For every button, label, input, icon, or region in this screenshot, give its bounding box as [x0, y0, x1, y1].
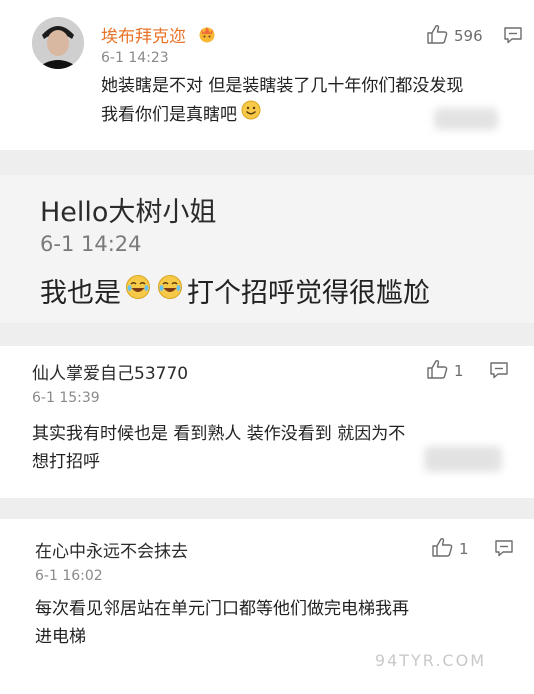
reply-icon[interactable]: [503, 26, 523, 48]
username[interactable]: Hello大树小姐: [40, 190, 216, 229]
like-count: 1: [459, 540, 469, 558]
comment-text: 我也是: [40, 278, 121, 309]
username[interactable]: 仙人掌爱自己53770: [32, 359, 188, 384]
crown-badge-icon: [197, 25, 217, 47]
comment-card: 仙人掌爱自己53770 6-1 15:39 其实我有时候也是 看到熟人 装作没看…: [0, 346, 534, 498]
timestamp: 6-1 15:39: [32, 390, 100, 406]
comment-text-line: 其实我有时候也是 看到熟人 装作没看到 就因为不: [32, 424, 406, 444]
comment-text-line: 每次看见邻居站在单元门口都等他们做完电梯我再: [35, 599, 409, 619]
reply-icon[interactable]: [489, 361, 509, 383]
laugh-cry-emoji-icon: [157, 274, 183, 307]
timestamp: 6-1 14:24: [40, 232, 142, 256]
timestamp: 6-1 14:23: [101, 50, 169, 66]
thumbs-up-icon: [426, 359, 448, 383]
smile-emoji-icon: [241, 100, 261, 129]
like-count: 596: [454, 27, 483, 45]
comment-text: 打个招呼觉得很尴尬: [187, 278, 430, 309]
laugh-cry-emoji-icon: [125, 274, 151, 307]
comment-body: 她装瞎是不对 但是装瞎装了几十年你们都没发现 我看你们是真瞎吧: [101, 72, 463, 129]
username[interactable]: 在心中永远不会抹去: [35, 537, 188, 562]
like-button[interactable]: 1: [431, 537, 469, 561]
reply-icon[interactable]: [494, 539, 514, 561]
comment-card: 埃布拜克迩 6-1 14:23 她装瞎是不对 但是装瞎装了几十年你们都没发现 我…: [0, 0, 534, 150]
blurred-region: [434, 108, 498, 130]
like-button[interactable]: 1: [426, 359, 464, 383]
blurred-region: [424, 446, 502, 472]
username[interactable]: 埃布拜克迩: [101, 22, 186, 47]
comment-card: Hello大树小姐 6-1 14:24 我也是 打个招呼觉得很尴尬: [0, 175, 534, 323]
comment-body: 我也是 打个招呼觉得很尴尬: [40, 271, 430, 310]
like-count: 1: [454, 362, 464, 380]
like-button[interactable]: 596: [426, 24, 483, 48]
comment-card: 在心中永远不会抹去 6-1 16:02 每次看见邻居站在单元门口都等他们做完电梯…: [0, 519, 534, 694]
timestamp: 6-1 16:02: [35, 568, 103, 584]
comment-text-line: 想打招呼: [32, 452, 100, 472]
comment-body: 其实我有时候也是 看到熟人 装作没看到 就因为不 想打招呼: [32, 420, 405, 476]
comment-text-line: 我看你们是真瞎吧: [101, 104, 237, 125]
avatar[interactable]: [32, 17, 84, 69]
thumbs-up-icon: [431, 537, 453, 561]
comment-text-line: 进电梯: [35, 627, 86, 647]
comment-text-line: 她装瞎是不对 但是装瞎装了几十年你们都没发现: [101, 76, 464, 96]
thumbs-up-icon: [426, 24, 448, 48]
comment-body: 每次看见邻居站在单元门口都等他们做完电梯我再 进电梯: [35, 595, 409, 651]
watermark: 94TYR.COM: [374, 651, 486, 670]
